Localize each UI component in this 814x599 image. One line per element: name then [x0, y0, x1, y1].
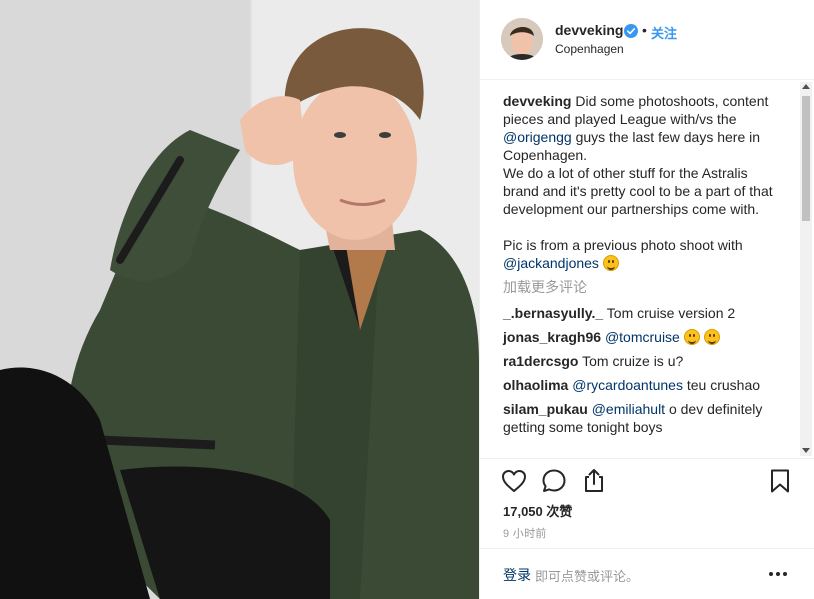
location-link[interactable]: Copenhagen: [555, 42, 624, 56]
login-bar: 登录 即可点赞或评论。: [480, 548, 814, 599]
comment-item: silam_pukau @emiliahult o dev definitely…: [503, 400, 785, 436]
grinning-emoji-icon: [703, 329, 720, 345]
comment-user[interactable]: jonas_kragh96: [503, 329, 601, 345]
post-sidebar: devveking • 关注 Copenhagen devveking Did …: [479, 0, 814, 599]
avatar[interactable]: [501, 18, 543, 60]
caption-text-2: guys the last few days here in Copenhage…: [503, 129, 773, 253]
comments-scrollbar[interactable]: [800, 82, 812, 456]
caption-author[interactable]: devveking: [503, 93, 571, 109]
comment-mention[interactable]: @rycardoantunes: [572, 377, 683, 393]
comment-text-after: teu crushao: [682, 377, 761, 393]
load-more-comments-button[interactable]: 加载更多评论: [503, 278, 785, 296]
login-prompt-text: 即可点赞或评论。: [535, 569, 640, 584]
post-header: devveking • 关注 Copenhagen: [480, 0, 814, 80]
post-timestamp: 9 小时前: [503, 528, 547, 540]
comment-item: jonas_kragh96 @tomcruise: [503, 328, 785, 346]
comment-mention[interactable]: @tomcruise: [605, 329, 680, 345]
share-icon[interactable]: [580, 467, 608, 495]
comment-text: Tom cruize is u?: [578, 353, 684, 369]
scrollbar-thumb[interactable]: [802, 96, 810, 221]
comment-user[interactable]: _.bernasyully._: [503, 305, 603, 321]
comment-item: olhaolima @rycardoantunes teu crushao: [503, 376, 785, 394]
comment-icon[interactable]: [540, 467, 568, 495]
comment-user[interactable]: ra1dercsgo: [503, 353, 578, 369]
comment-user[interactable]: olhaolima: [503, 377, 568, 393]
login-link[interactable]: 登录: [503, 565, 531, 585]
comment-user[interactable]: silam_pukau: [503, 401, 588, 417]
caption-mention-jackandjones[interactable]: @jackandjones: [503, 255, 599, 271]
likes-count[interactable]: 17,050 次赞: [503, 501, 572, 520]
grinning-emoji-icon: [683, 329, 700, 345]
caption-mention-origengg[interactable]: @origengg: [503, 129, 572, 145]
comment-item: _.bernasyully._ Tom cruise version 2: [503, 304, 785, 322]
comment-mention[interactable]: @emiliahult: [592, 401, 665, 417]
comments-section: devveking Did some photoshoots, content …: [480, 80, 814, 458]
verified-badge-icon: [624, 24, 638, 38]
follow-button[interactable]: 关注: [651, 23, 677, 42]
comment-item: ra1dercsgo Tom cruize is u?: [503, 352, 785, 370]
comment-text: Tom cruise version 2: [603, 305, 736, 321]
comments-list: devveking Did some photoshoots, content …: [503, 92, 785, 442]
grinning-emoji-icon: [602, 255, 619, 271]
photo-illustration: [0, 0, 479, 599]
username-link[interactable]: devveking: [555, 22, 623, 38]
bookmark-icon[interactable]: [766, 467, 794, 495]
heart-icon[interactable]: [500, 467, 528, 495]
more-options-icon[interactable]: [767, 565, 789, 583]
caption: devveking Did some photoshoots, content …: [503, 92, 785, 272]
header-separator: •: [642, 22, 647, 38]
scroll-down-arrow-icon[interactable]: [802, 448, 810, 453]
scroll-up-arrow-icon[interactable]: [802, 84, 810, 89]
avatar-image: [501, 18, 543, 60]
post-photo[interactable]: [0, 0, 479, 599]
